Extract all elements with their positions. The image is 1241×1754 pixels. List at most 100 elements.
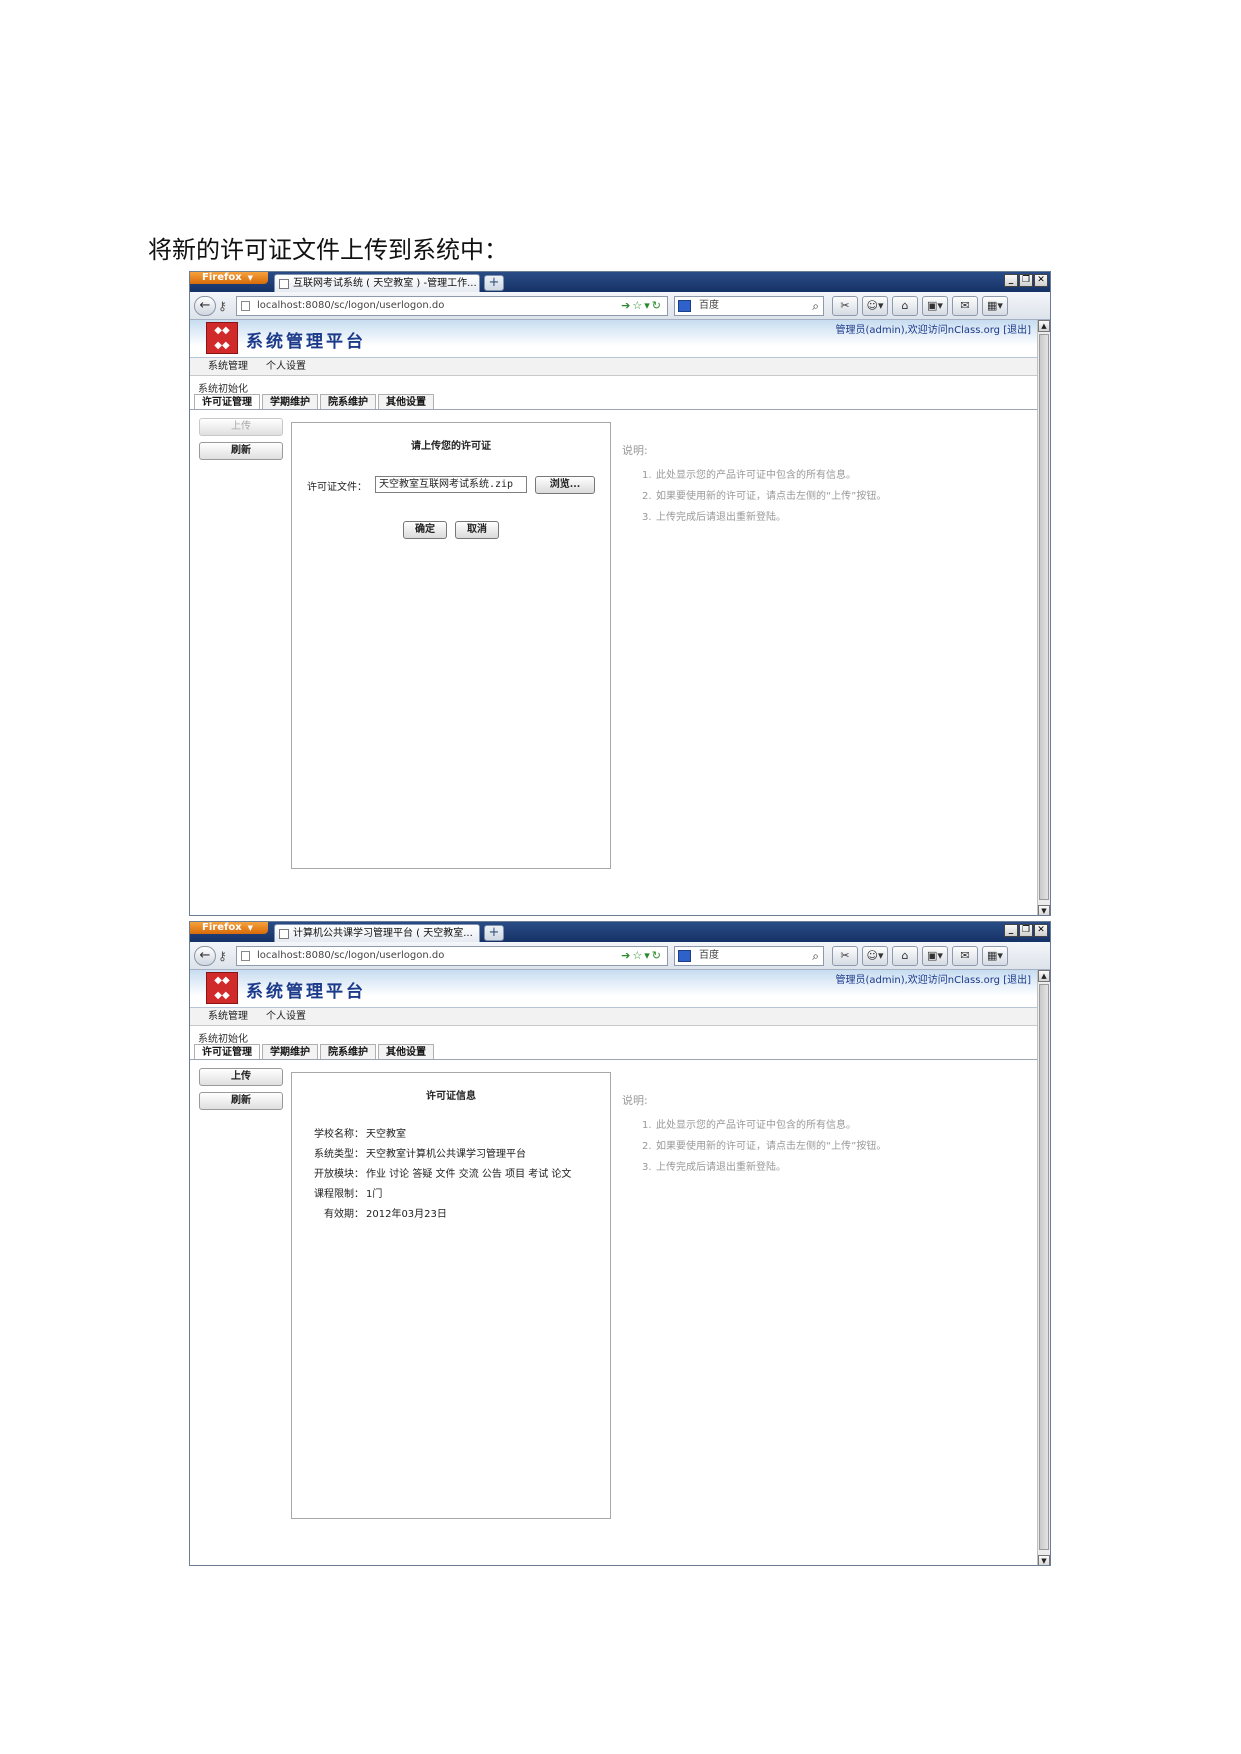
scroll-up-icon[interactable]: ▲	[1038, 320, 1050, 332]
info-row-expiry: 有效期： 2012年03月23日	[324, 1209, 447, 1220]
cancel-button[interactable]: 取消	[455, 521, 499, 539]
minimize-icon[interactable]: _	[1004, 924, 1018, 937]
app-viewport: ◆◆ ◆◆ 系统管理平台 管理员(admin),欢迎访问nClass.org [退…	[190, 970, 1050, 1565]
search-engine-icon[interactable]	[678, 950, 691, 962]
mail-icon[interactable]: ✉	[952, 296, 978, 316]
logo-icon: ◆◆ ◆◆	[206, 322, 238, 354]
confirm-button[interactable]: 确定	[403, 521, 447, 539]
minimize-icon[interactable]: _	[1004, 274, 1018, 287]
search-engine-icon[interactable]	[678, 300, 691, 312]
scissors-icon[interactable]: ✂	[832, 946, 858, 966]
search-bar[interactable]: 百度 ⌕	[674, 946, 824, 966]
new-tab-button[interactable]: +	[484, 925, 504, 941]
app-title: 系统管理平台	[246, 332, 366, 352]
menu-item-personal[interactable]: 个人设置	[266, 358, 306, 375]
welcome-text[interactable]: 管理员(admin),欢迎访问nClass.org [退出]	[835, 321, 1031, 336]
notes: 说明: 1. 此处显示您的产品许可证中包含的所有信息。 2. 如果要使用新的许可证，…	[622, 442, 886, 529]
title-bar: Firefox ▼ 计算机公共课学习管理平台 ( 天空教室... + _ ❐ ✕	[190, 922, 1050, 942]
home-icon[interactable]: ⌂	[892, 946, 918, 966]
browse-button[interactable]: 浏览...	[535, 476, 595, 494]
window-controls: _ ❐ ✕	[1004, 924, 1048, 937]
main-menu: 系统管理 个人设置	[190, 1008, 1039, 1026]
back-arrow-icon[interactable]: ←	[194, 296, 216, 316]
restore-icon[interactable]: ❐	[1019, 924, 1033, 937]
tab-license[interactable]: 许可证管理	[194, 394, 260, 409]
new-tab-button[interactable]: +	[484, 275, 504, 291]
navigation-toolbar: ← ⚷ localhost:8080/sc/logon/userlogon.do…	[190, 942, 1050, 970]
menu-item-system[interactable]: 系统管理	[208, 1008, 248, 1025]
breadcrumb: 系统初始化	[198, 384, 248, 395]
info-row-course-limit: 课程限制： 1门	[314, 1189, 383, 1200]
menu-item-personal[interactable]: 个人设置	[266, 1008, 306, 1025]
apps-icon[interactable]: ▦▾	[982, 946, 1008, 966]
note-item: 2. 如果要使用新的许可证，请点击左侧的“上传”按钮。	[642, 491, 887, 502]
go-reload-icons[interactable]: ➔☆▾↻	[621, 947, 663, 965]
document-heading: 将新的许可证文件上传到系统中：	[148, 236, 508, 264]
file-label: 许可证文件：	[307, 482, 367, 493]
upload-button[interactable]: 上传	[199, 418, 283, 436]
upload-button[interactable]: 上传	[199, 1068, 283, 1086]
addon-icon[interactable]: ☺▾	[862, 296, 888, 316]
tab-semester[interactable]: 学期维护	[262, 1044, 318, 1059]
tab-other[interactable]: 其他设置	[378, 1044, 434, 1059]
browser-tab[interactable]: 计算机公共课学习管理平台 ( 天空教室...	[274, 924, 480, 942]
home-icon[interactable]: ⌂	[892, 296, 918, 316]
refresh-button[interactable]: 刷新	[199, 1092, 283, 1110]
key-icon: ⚷	[218, 299, 227, 313]
tab-department[interactable]: 院系维护	[320, 394, 376, 409]
tab-other[interactable]: 其他设置	[378, 394, 434, 409]
firefox-menu-button[interactable]: Firefox ▼	[190, 922, 268, 934]
page-icon	[279, 929, 289, 939]
main-menu: 系统管理 个人设置	[190, 358, 1039, 376]
license-info-panel: 许可证信息 学校名称： 天空教室 系统类型： 天空教室计算机公共课学习管理平台 开放…	[291, 1072, 611, 1519]
welcome-text[interactable]: 管理员(admin),欢迎访问nClass.org [退出]	[835, 971, 1031, 986]
url-bar[interactable]: localhost:8080/sc/logon/userlogon.do ➔☆▾…	[236, 296, 668, 316]
browser-tab[interactable]: 互联网考试系统 ( 天空教室 ) -管理工作...	[274, 274, 480, 292]
app-viewport: ◆◆ ◆◆ 系统管理平台 管理员(admin),欢迎访问nClass.org [退…	[190, 320, 1050, 915]
scroll-up-icon[interactable]: ▲	[1038, 970, 1050, 982]
logo-icon: ◆◆ ◆◆	[206, 972, 238, 1004]
scroll-down-icon[interactable]: ▼	[1038, 1555, 1050, 1565]
tab-department[interactable]: 院系维护	[320, 1044, 376, 1059]
page-icon	[279, 279, 289, 289]
scroll-thumb[interactable]	[1039, 984, 1049, 1550]
note-item: 2. 如果要使用新的许可证，请点击左侧的“上传”按钮。	[642, 1141, 887, 1152]
breadcrumb: 系统初始化	[198, 1034, 248, 1045]
info-row-school: 学校名称： 天空教室	[314, 1129, 406, 1140]
upload-panel: 请上传您的许可证 许可证文件： 天空教室互联网考试系统.zip 浏览... 确定…	[291, 422, 611, 869]
vertical-scrollbar[interactable]: ▲ ▼	[1037, 320, 1050, 915]
screenshot-icon[interactable]: ▣▾	[922, 946, 948, 966]
addon-icon[interactable]: ☺▾	[862, 946, 888, 966]
close-icon[interactable]: ✕	[1034, 274, 1048, 287]
url-bar[interactable]: localhost:8080/sc/logon/userlogon.do ➔☆▾…	[236, 946, 668, 966]
notes: 说明: 1. 此处显示您的产品许可证中包含的所有信息。 2. 如果要使用新的许可证，…	[622, 1092, 886, 1179]
scroll-thumb[interactable]	[1039, 334, 1049, 900]
apps-icon[interactable]: ▦▾	[982, 296, 1008, 316]
page-tabs: 许可证管理 学期维护 院系维护 其他设置	[190, 1044, 1039, 1060]
key-icon: ⚷	[218, 949, 227, 963]
back-arrow-icon[interactable]: ←	[194, 946, 216, 966]
panel-title: 许可证信息	[426, 1091, 476, 1102]
tab-license[interactable]: 许可证管理	[194, 1044, 260, 1059]
firefox-menu-button[interactable]: Firefox ▼	[190, 272, 268, 284]
search-icon[interactable]: ⌕	[812, 297, 819, 315]
vertical-scrollbar[interactable]: ▲ ▼	[1037, 970, 1050, 1565]
mail-icon[interactable]: ✉	[952, 946, 978, 966]
license-file-input[interactable]: 天空教室互联网考试系统.zip	[375, 476, 527, 493]
scroll-down-icon[interactable]: ▼	[1038, 905, 1050, 915]
browser-window-upload: Firefox ▼ 互联网考试系统 ( 天空教室 ) -管理工作... + _ ❐…	[189, 271, 1051, 916]
menu-item-system[interactable]: 系统管理	[208, 358, 248, 375]
search-bar[interactable]: 百度 ⌕	[674, 296, 824, 316]
page-icon	[241, 951, 250, 961]
close-icon[interactable]: ✕	[1034, 924, 1048, 937]
refresh-button[interactable]: 刷新	[199, 442, 283, 460]
info-row-system-type: 系统类型： 天空教室计算机公共课学习管理平台	[314, 1149, 526, 1160]
screenshot-icon[interactable]: ▣▾	[922, 296, 948, 316]
info-row-modules: 开放模块： 作业 讨论 答疑 文件 交流 公告 项目 考试 论文	[314, 1169, 572, 1180]
navigation-toolbar: ← ⚷ localhost:8080/sc/logon/userlogon.do…	[190, 292, 1050, 320]
go-reload-icons[interactable]: ➔☆▾↻	[621, 297, 663, 315]
search-icon[interactable]: ⌕	[812, 947, 819, 965]
tab-semester[interactable]: 学期维护	[262, 394, 318, 409]
scissors-icon[interactable]: ✂	[832, 296, 858, 316]
restore-icon[interactable]: ❐	[1019, 274, 1033, 287]
